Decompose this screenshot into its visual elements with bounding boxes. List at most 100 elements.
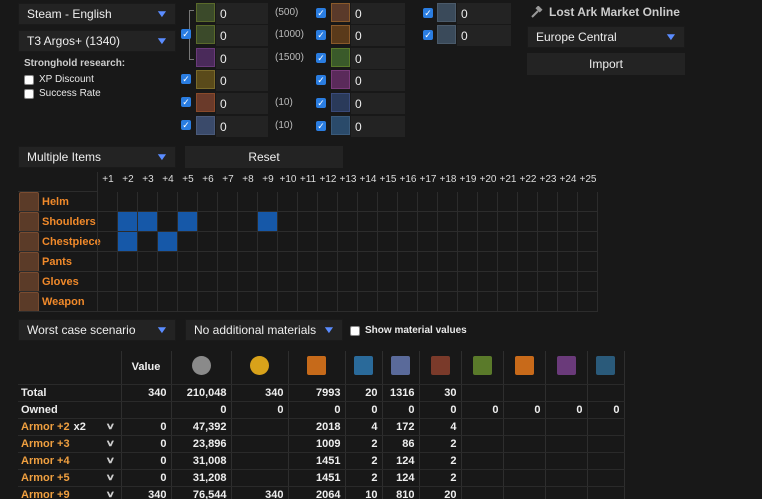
grid-cell[interactable] — [518, 192, 538, 212]
grid-cell[interactable] — [358, 292, 378, 312]
grid-cell[interactable] — [418, 192, 438, 212]
grid-cell[interactable] — [438, 292, 458, 312]
material-input[interactable]: 0 — [216, 3, 268, 24]
material-input[interactable]: 0 — [457, 25, 511, 46]
material-checkbox[interactable]: ✓ — [181, 74, 191, 84]
expand-chevron-icon[interactable]: ∨ — [105, 472, 115, 483]
grid-cell[interactable] — [378, 212, 398, 232]
grid-cell[interactable] — [478, 212, 498, 232]
grid-cell[interactable] — [358, 212, 378, 232]
grid-cell[interactable] — [178, 232, 198, 252]
grid-cell[interactable] — [538, 212, 558, 232]
material-input[interactable]: 0 — [216, 48, 268, 69]
grid-cell[interactable] — [178, 192, 198, 212]
grid-cell[interactable] — [458, 272, 478, 292]
grid-cell[interactable] — [558, 272, 578, 292]
material-checkbox[interactable]: ✓ — [316, 30, 326, 40]
grid-cell[interactable] — [358, 232, 378, 252]
grid-cell[interactable] — [578, 232, 598, 252]
expand-chevron-icon[interactable]: ∨ — [105, 455, 115, 466]
grid-cell[interactable] — [138, 252, 158, 272]
show-values-checkbox[interactable] — [350, 325, 360, 336]
material-input[interactable]: 0 — [216, 25, 268, 46]
grid-cell[interactable] — [438, 272, 458, 292]
grid-cell[interactable] — [198, 212, 218, 232]
grid-cell[interactable] — [298, 292, 318, 312]
grid-cell[interactable] — [578, 272, 598, 292]
grid-cell[interactable] — [498, 272, 518, 292]
grid-cell[interactable] — [118, 292, 138, 312]
grid-cell[interactable] — [158, 292, 178, 312]
grid-cell[interactable] — [158, 272, 178, 292]
grid-cell[interactable] — [218, 292, 238, 312]
grid-cell[interactable] — [458, 192, 478, 212]
scenario-select[interactable]: Worst case scenario ▼ — [18, 319, 176, 341]
expand-chevron-icon[interactable]: ∨ — [105, 489, 115, 499]
grid-cell[interactable] — [138, 232, 158, 252]
grid-cell[interactable] — [258, 272, 278, 292]
material-checkbox[interactable]: ✓ — [316, 121, 326, 131]
grid-cell[interactable] — [198, 292, 218, 312]
material-input[interactable]: 0 — [351, 116, 405, 137]
grid-cell[interactable] — [238, 252, 258, 272]
grid-cell[interactable] — [578, 192, 598, 212]
grid-cell[interactable] — [278, 252, 298, 272]
grid-cell[interactable] — [238, 212, 258, 232]
grid-cell[interactable] — [278, 212, 298, 232]
grid-cell[interactable] — [498, 192, 518, 212]
grid-cell[interactable] — [358, 272, 378, 292]
grid-cell[interactable] — [118, 192, 138, 212]
grid-cell[interactable] — [98, 232, 118, 252]
grid-cell[interactable] — [378, 272, 398, 292]
grid-cell[interactable] — [98, 212, 118, 232]
grid-cell[interactable] — [158, 192, 178, 212]
grid-cell[interactable] — [178, 252, 198, 272]
grid-cell[interactable] — [258, 252, 278, 272]
grid-cell[interactable] — [538, 252, 558, 272]
material-input[interactable]: 0 — [351, 48, 405, 69]
grid-cell[interactable] — [158, 232, 178, 252]
grid-cell[interactable] — [258, 192, 278, 212]
grid-cell[interactable] — [438, 192, 458, 212]
grid-cell[interactable] — [298, 272, 318, 292]
success-rate-option[interactable]: Success Rate — [24, 88, 101, 99]
import-button[interactable]: Import — [527, 53, 685, 75]
expand-chevron-icon[interactable]: ∨ — [105, 438, 115, 449]
grid-cell[interactable] — [138, 292, 158, 312]
grid-cell[interactable] — [578, 252, 598, 272]
grid-cell[interactable] — [398, 272, 418, 292]
grid-cell[interactable] — [438, 232, 458, 252]
grid-cell[interactable] — [478, 252, 498, 272]
grid-cell[interactable] — [578, 212, 598, 232]
grid-cell[interactable] — [118, 252, 138, 272]
grid-cell[interactable] — [118, 272, 138, 292]
grid-cell[interactable] — [418, 292, 438, 312]
reset-button[interactable]: Reset — [185, 146, 343, 168]
grid-cell[interactable] — [458, 292, 478, 312]
grid-cell[interactable] — [558, 232, 578, 252]
grid-cell[interactable] — [318, 272, 338, 292]
grid-cell[interactable] — [458, 252, 478, 272]
market-region-select[interactable]: Europe Central ▼ — [527, 26, 685, 48]
grid-cell[interactable] — [458, 232, 478, 252]
grid-cell[interactable] — [258, 212, 278, 232]
grid-cell[interactable] — [218, 272, 238, 292]
grid-cell[interactable] — [238, 192, 258, 212]
region-select[interactable]: Steam - English ▼ — [18, 3, 176, 25]
material-checkbox[interactable]: ✓ — [181, 29, 191, 39]
grid-cell[interactable] — [138, 272, 158, 292]
xp-discount-option[interactable]: XP Discount — [24, 74, 94, 85]
material-input[interactable]: 0 — [351, 93, 405, 114]
material-input[interactable]: 0 — [351, 3, 405, 24]
grid-cell[interactable] — [558, 192, 578, 212]
grid-cell[interactable] — [198, 272, 218, 292]
material-input[interactable]: 0 — [457, 3, 511, 24]
show-values-option[interactable]: Show material values — [350, 325, 467, 336]
material-checkbox[interactable]: ✓ — [423, 30, 433, 40]
grid-cell[interactable] — [118, 212, 138, 232]
material-checkbox[interactable]: ✓ — [181, 97, 191, 107]
grid-cell[interactable] — [378, 192, 398, 212]
grid-cell[interactable] — [298, 192, 318, 212]
material-input[interactable]: 0 — [216, 70, 268, 91]
material-checkbox[interactable]: ✓ — [316, 8, 326, 18]
